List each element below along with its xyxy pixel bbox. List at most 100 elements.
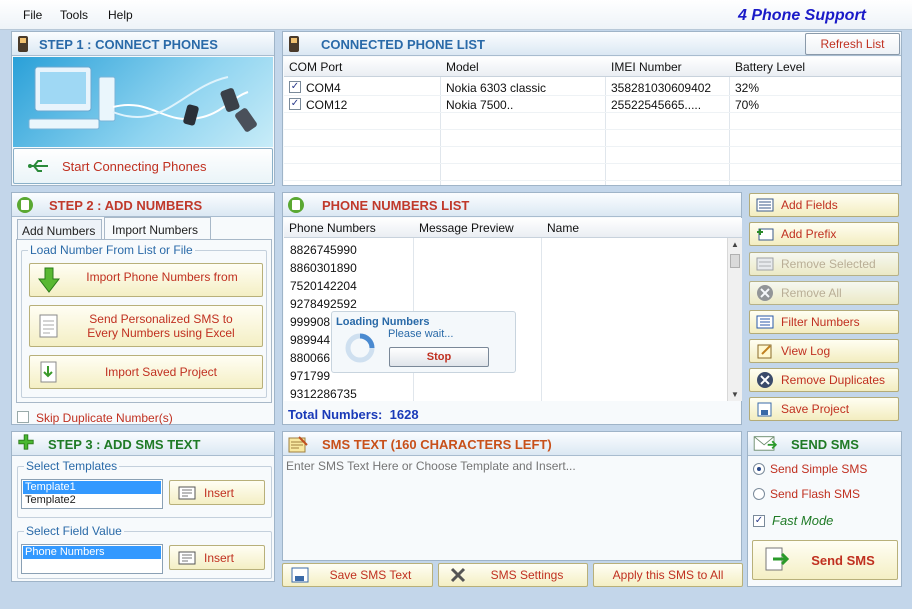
field-values-list[interactable]: Phone Numbers <box>21 544 163 574</box>
sms-title: SMS TEXT (160 CHARACTERS LEFT) <box>322 437 552 452</box>
save-sms-text-button[interactable]: Save SMS Text <box>282 563 433 587</box>
remove-duplicates-button[interactable]: Remove Duplicates <box>749 368 899 392</box>
remove-all-icon <box>755 285 775 301</box>
col-model[interactable]: Model <box>446 60 479 74</box>
tab-import-numbers[interactable]: Import Numbers <box>104 217 211 240</box>
col-name[interactable]: Name <box>547 221 579 235</box>
sms-settings-button[interactable]: SMS Settings <box>438 563 588 587</box>
save-icon <box>755 401 775 417</box>
computer-phones-icon <box>28 66 257 132</box>
list-item[interactable]: 9278492592 <box>290 297 357 311</box>
skip-duplicates-label: Skip Duplicate Number(s) <box>36 411 173 425</box>
save-project-button[interactable]: Save Project <box>749 397 899 421</box>
step3-title: STEP 3 : ADD SMS TEXT <box>48 437 201 452</box>
filter-numbers-button[interactable]: Filter Numbers <box>749 310 899 334</box>
add-fields-button[interactable]: Add Fields <box>749 193 899 217</box>
add-phone-icon <box>17 197 33 213</box>
log-icon <box>755 343 775 359</box>
step3-panel: STEP 3 : ADD SMS TEXT Select Templates T… <box>11 431 275 582</box>
list-item[interactable]: 7520142204 <box>290 279 357 293</box>
list-item[interactable]: 8826745990 <box>290 243 357 257</box>
table-row[interactable]: ✓ COM4 Nokia 6303 classic 35828103060940… <box>284 79 901 96</box>
col-battery[interactable]: Battery Level <box>735 60 805 74</box>
list-item[interactable]: 989944 <box>290 333 330 347</box>
send-personalized-excel-button[interactable]: Send Personalized SMS to Every Numbers us… <box>29 305 263 347</box>
remove-all-button[interactable]: Remove All <box>749 281 899 305</box>
list-item[interactable]: Template2 <box>23 494 161 507</box>
list-item[interactable]: 999908 <box>290 315 330 329</box>
scroll-up-icon: ▲ <box>731 240 739 249</box>
phone-icon <box>18 36 28 52</box>
row-checkbox[interactable]: ✓ <box>289 98 301 110</box>
add-text-icon <box>18 434 34 450</box>
row-checkbox[interactable]: ✓ <box>289 81 301 93</box>
insert-icon <box>178 486 196 499</box>
sms-panel: SMS TEXT (160 CHARACTERS LEFT) <box>282 431 742 561</box>
import-phone-numbers-button[interactable]: Import Phone Numbers from <box>29 263 263 297</box>
menu-help[interactable]: Help <box>108 8 133 22</box>
add-fields-icon <box>755 197 775 213</box>
download-arrow-icon <box>37 267 61 293</box>
fast-mode-label: Fast Mode <box>772 513 834 528</box>
step2-title: STEP 2 : ADD NUMBERS <box>49 198 203 213</box>
step2-panel: STEP 2 : ADD NUMBERS Add Numbers Import … <box>11 192 275 425</box>
col-com-port[interactable]: COM Port <box>289 60 342 74</box>
envelope-icon <box>753 436 778 451</box>
list-item[interactable]: 9312286735 <box>290 387 357 401</box>
templates-list[interactable]: Template1 Template2 <box>21 479 163 509</box>
tab-add-numbers[interactable]: Add Numbers <box>17 219 102 239</box>
col-phone-numbers[interactable]: Phone Numbers <box>289 221 376 235</box>
remove-duplicates-icon <box>755 372 775 388</box>
table-row[interactable]: ✓ COM12 Nokia 7500.. 25522545665..... 70… <box>284 96 901 113</box>
list-item[interactable]: 880066 <box>290 351 330 365</box>
start-connecting-button[interactable]: Start Connecting Phones <box>13 148 273 184</box>
save-icon <box>291 567 309 583</box>
phone-icon <box>289 36 299 52</box>
step1-panel: STEP 1 : CONNECT PHONES Start Connecting… <box>11 31 275 186</box>
import-saved-project-button[interactable]: Import Saved Project <box>29 355 263 389</box>
total-numbers: Total Numbers: 1628 <box>288 407 419 422</box>
view-log-button[interactable]: View Log <box>749 339 899 363</box>
menu-tools[interactable]: Tools <box>60 8 88 22</box>
notepad-icon <box>288 436 308 453</box>
connected-grid: COM Port Model IMEI Number Battery Level… <box>284 57 901 185</box>
usb-icon <box>28 160 48 172</box>
col-imei[interactable]: IMEI Number <box>611 60 682 74</box>
numbers-scrollbar[interactable]: ▲ ▼ <box>727 238 742 401</box>
scroll-thumb[interactable] <box>730 254 740 268</box>
insert-template-button[interactable]: Insert <box>169 480 265 505</box>
connected-title: CONNECTED PHONE LIST <box>321 37 485 52</box>
send-title: SEND SMS <box>791 437 859 452</box>
filter-icon <box>755 314 775 330</box>
sms-text-input[interactable] <box>284 457 740 559</box>
numbers-panel: PHONE NUMBERS LIST Phone Numbers Message… <box>282 192 742 425</box>
list-item[interactable]: Template1 <box>23 481 161 494</box>
numbers-grid: Phone Numbers Message Preview Name 88267… <box>284 218 742 401</box>
menu-file[interactable]: File <box>23 8 42 22</box>
send-flash-radio[interactable] <box>753 488 765 500</box>
list-item[interactable]: 971799 <box>290 369 330 383</box>
send-sms-button[interactable]: Send SMS <box>752 540 898 580</box>
loading-title: Loading Numbers <box>336 316 430 328</box>
remove-selected-button[interactable]: Remove Selected <box>749 252 899 276</box>
total-count: 1628 <box>389 407 419 422</box>
list-item[interactable]: Phone Numbers <box>23 546 161 559</box>
list-item[interactable]: 8860301890 <box>290 261 357 275</box>
add-prefix-button[interactable]: Add Prefix <box>749 222 899 246</box>
stop-button[interactable]: Stop <box>389 347 489 367</box>
send-simple-radio[interactable] <box>753 463 765 475</box>
import-project-icon <box>40 361 57 383</box>
loading-dialog: Loading Numbers Please wait... Stop <box>331 311 516 373</box>
tools-icon <box>450 567 466 583</box>
numbers-title: PHONE NUMBERS LIST <box>322 198 470 213</box>
connect-illustration <box>13 57 273 147</box>
skip-duplicates-checkbox[interactable] <box>17 411 29 423</box>
fast-mode-checkbox[interactable]: ✓ <box>753 515 765 527</box>
send-document-icon <box>765 547 789 571</box>
excel-document-icon <box>39 314 58 338</box>
insert-field-button[interactable]: Insert <box>169 545 265 570</box>
apply-sms-all-button[interactable]: Apply this SMS to All <box>593 563 743 587</box>
remove-selected-icon <box>755 256 775 272</box>
col-message-preview[interactable]: Message Preview <box>419 221 514 235</box>
refresh-list-button[interactable]: Refresh List <box>805 33 900 55</box>
